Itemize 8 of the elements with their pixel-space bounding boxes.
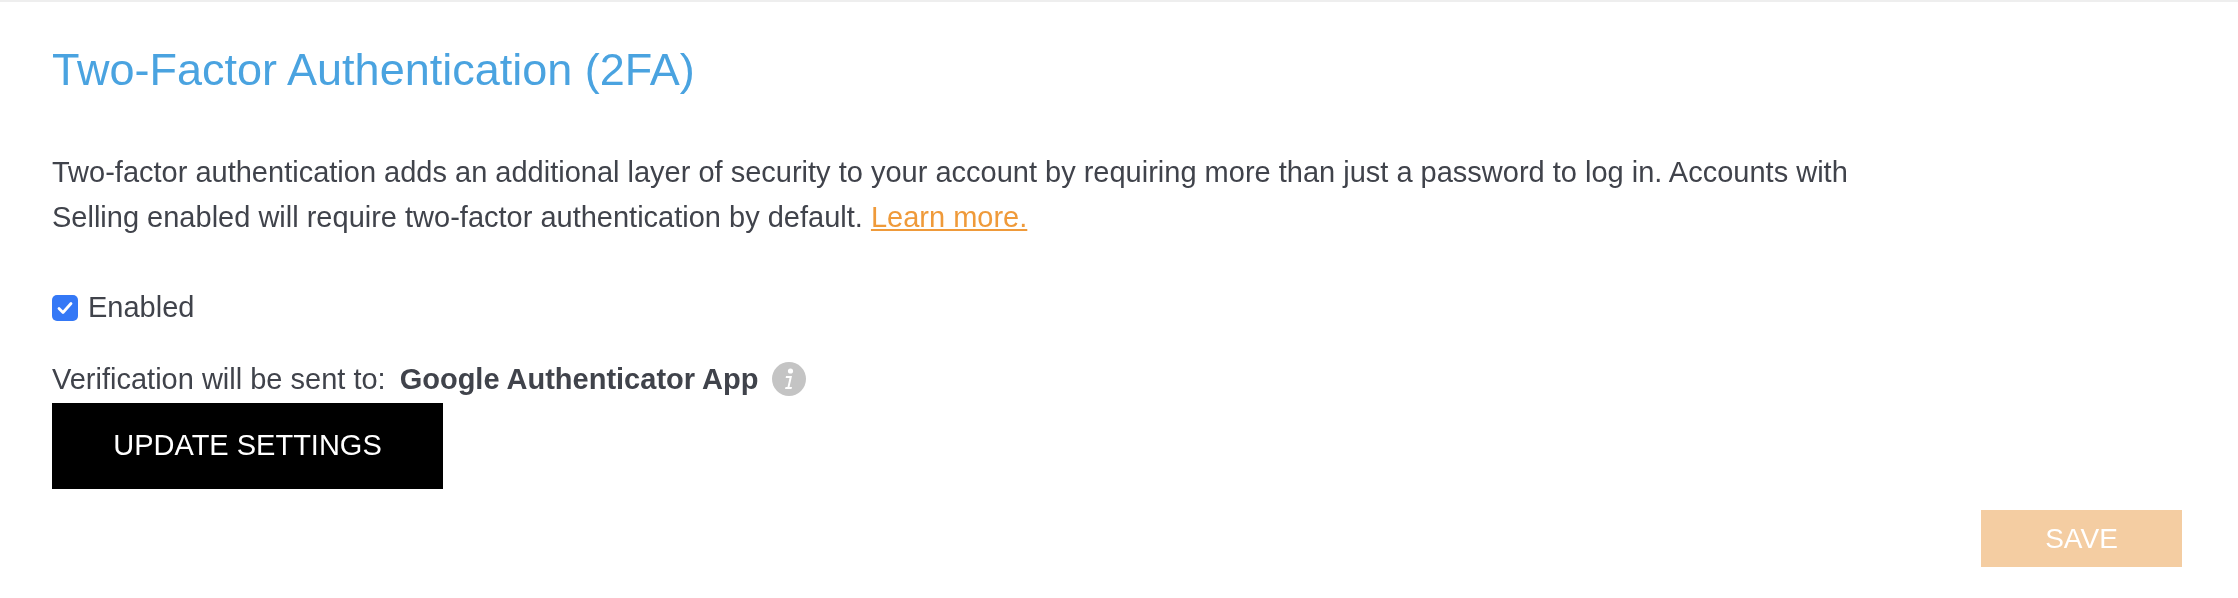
learn-more-link[interactable]: Learn more. — [870, 201, 1028, 233]
enabled-checkbox[interactable] — [52, 294, 78, 321]
verification-label: Verification will be sent to: — [52, 361, 386, 397]
update-settings-button[interactable]: UPDATE SETTINGS — [52, 403, 443, 489]
checkbox-label: Enabled — [88, 290, 195, 325]
verification-value: Google Authenticator App — [399, 361, 759, 397]
description-paragraph: Two-factor authentication adds an additional layer of security to your account by requiring more than just a password to log in. Accounts with Selling enabled will require two-factor authentication by default. Learn more. — [52, 155, 1849, 235]
section-title: Two-Factor Authentication (2FA) — [52, 43, 695, 97]
